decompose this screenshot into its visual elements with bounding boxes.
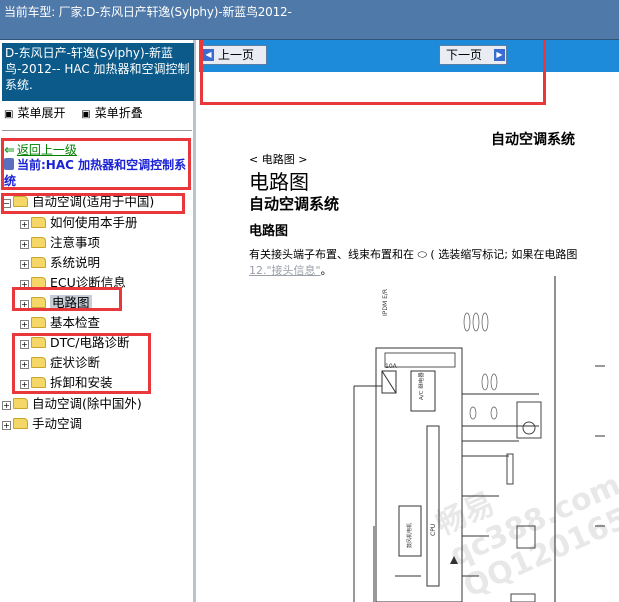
menu-expand-label: 菜单展开	[17, 106, 66, 120]
option-mark-icon: ⬭	[417, 248, 427, 261]
tree-item-label: 如何使用本手册	[50, 215, 138, 230]
menu-collapse-label: 菜单折叠	[94, 106, 143, 120]
cpu-label: CPU	[430, 524, 437, 536]
system-title: 自动空调系统	[491, 132, 575, 148]
expand-toggle-icon[interactable]: +	[20, 320, 29, 329]
highlight-box-nav	[200, 40, 546, 105]
folder-icon	[31, 317, 46, 328]
vehicle-title: 当前车型: 厂家:D-东风日产轩逸(Sylphy)-新蓝鸟2012-	[4, 5, 292, 19]
tree-item-label: 基本检查	[50, 315, 101, 330]
ipdm-label: IPDM E/R	[382, 289, 389, 316]
expand-toggle-icon[interactable]: +	[2, 421, 11, 430]
highlight-box-root	[1, 193, 185, 214]
title-bar: 当前车型: 厂家:D-东风日产轩逸(Sylphy)-新蓝鸟2012-	[0, 0, 619, 40]
expand-icon: ▣	[4, 109, 14, 120]
folder-icon	[31, 217, 46, 228]
tree-item-auto-ac-non-china[interactable]: + 自动空调(除中国外)	[2, 395, 142, 413]
doc-breadcrumb: < 电路图 >	[249, 153, 308, 166]
menu-controls: ▣ 菜单展开 ▣ 菜单折叠	[4, 104, 155, 121]
menu-collapse-button[interactable]: ▣ 菜单折叠	[81, 106, 148, 120]
divider	[2, 130, 192, 131]
expand-toggle-icon[interactable]: +	[20, 260, 29, 269]
wiring-diagram: IPDM E/R 10A A/C 继电器 CPU 鼓风机电机	[353, 276, 605, 602]
fuse-label: 10A	[385, 363, 398, 370]
collapse-icon: ▣	[81, 109, 91, 120]
tree-item-basic-inspection[interactable]: + 基本检查	[20, 314, 100, 332]
folder-icon	[31, 237, 46, 248]
folder-icon	[13, 418, 28, 429]
subsection-heading: 电路图	[249, 224, 289, 239]
tree-item-label: 系统说明	[50, 255, 101, 270]
page-heading: 电路图	[249, 170, 309, 194]
intro-paragraph: 有关接头端子布置、线束布置和在 ⬭ ( 选装缩写标记; 如果在电路图 12."接…	[249, 247, 619, 279]
tree-item-manual-ac[interactable]: + 手动空调	[2, 415, 82, 433]
expand-toggle-icon[interactable]: +	[20, 220, 29, 229]
paragraph-tail: ( 选装缩写标记; 如果在电路图	[430, 248, 578, 261]
tree-item-label: 注意事项	[50, 235, 101, 250]
tree-item-label: 自动空调(除中国外)	[32, 396, 142, 411]
blower-label: 鼓风机电机	[406, 523, 413, 548]
folder-icon	[31, 257, 46, 268]
sidebar-header: D-东风日产-轩逸(Sylphy)-新蓝鸟-2012-- HAC 加热器和空调控…	[2, 43, 194, 101]
tree-item-manual-usage[interactable]: + 如何使用本手册	[20, 214, 138, 232]
content-pane: ◀ 上一页 下一页 ▶ 自动空调系统 < 电路图 > 电路图 自动空调系统 电路图 …	[199, 40, 619, 602]
expand-toggle-icon[interactable]: +	[20, 240, 29, 249]
expand-toggle-icon[interactable]: +	[2, 401, 11, 410]
tree-item-system-description[interactable]: + 系统说明	[20, 254, 100, 272]
section-heading: 自动空调系统	[249, 195, 340, 213]
menu-expand-button[interactable]: ▣ 菜单展开	[4, 106, 71, 120]
sidebar: D-东风日产-轩逸(Sylphy)-新蓝鸟-2012-- HAC 加热器和空调控…	[0, 40, 196, 602]
folder-icon	[13, 398, 28, 409]
highlight-box-wiring	[12, 287, 122, 311]
highlight-box-diag	[12, 333, 151, 394]
tree-item-precautions[interactable]: + 注意事项	[20, 234, 100, 252]
highlight-box-back	[1, 138, 191, 190]
paragraph-text: 有关接头端子布置、线束布置和在	[249, 248, 414, 261]
relay-label: A/C 继电器	[417, 372, 425, 400]
tree-item-label: 手动空调	[32, 416, 83, 431]
